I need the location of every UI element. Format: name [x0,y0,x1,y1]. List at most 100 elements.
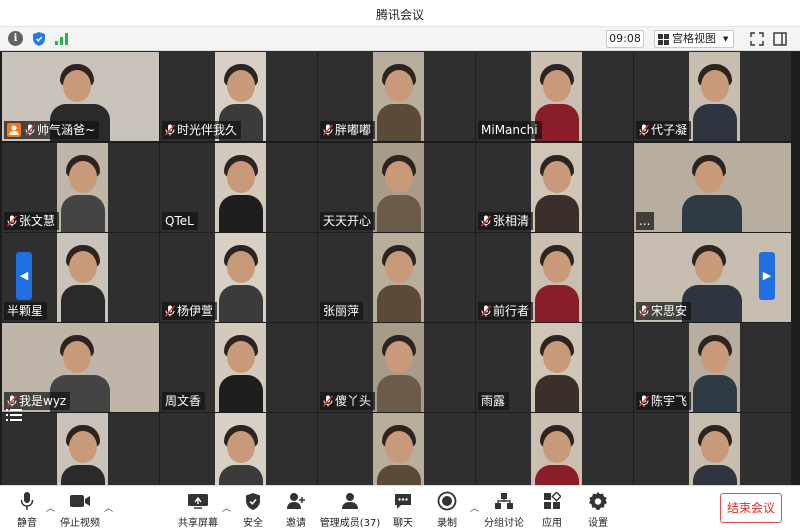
manage-members-label: 管理成员(37) [319,518,381,529]
microphone-icon [20,490,34,512]
chat-button[interactable]: 聊天 [392,490,414,530]
top-toolbar: i 09:08 宫格视图 ▼ [0,27,800,51]
settings-button[interactable]: 设置 [587,490,609,530]
participant-name-text: 张丽萍 [323,304,360,318]
participant-video [689,413,740,485]
participant-name: 代子凝 [636,121,692,139]
mic-muted-icon [25,124,35,136]
mic-muted-icon [639,305,649,317]
participant-video [373,323,424,412]
participant-name: 前行者 [478,302,534,320]
participant-name-text: 陈宇飞 [651,394,688,408]
participant-tile[interactable]: 张丽萍 [318,233,475,322]
side-panel-icon[interactable] [771,30,788,47]
next-page-button[interactable]: ▶ [759,252,775,300]
video-grid: 帅气涵爸~ 时光伴我久 胖嘟嘟 MiManchi 代子凝张文慧 QTeL 天天开心 张相清..… [0,52,800,485]
participant-name-text: 前行者 [493,304,530,318]
participant-name: 帅气涵爸~ [4,121,100,139]
end-meeting-button[interactable]: 结束会议 [720,493,782,523]
participant-video [373,413,424,485]
participant-tile[interactable]: 代子凝 [634,52,791,141]
list-icon[interactable] [6,407,22,421]
mic-muted-icon [165,305,175,317]
participant-tile[interactable]: 张相清 [476,143,633,232]
participant-name: 傻丫头 [320,392,376,410]
participant-tile[interactable]: 傻丫头 [318,323,475,412]
breakout-button[interactable]: 分组讨论 [484,490,524,530]
window-title: 腾讯会议 [375,8,424,22]
participant-name: 张相清 [478,212,534,230]
mic-muted-icon [639,124,649,136]
info-icon[interactable]: i [7,30,24,47]
record-options-caret[interactable]: ︿ [470,501,479,514]
participant-tile[interactable]: 前行者 [476,233,633,322]
participant-video [373,143,424,232]
participant-tile[interactable]: 雨露 [476,323,633,412]
participant-tile[interactable] [634,413,791,485]
participant-video [215,323,266,412]
participant-tile[interactable]: 张文慧 [2,143,159,232]
shield-icon[interactable] [30,30,47,47]
title-bar: 腾讯会议 [0,0,800,27]
invite-button[interactable]: 邀请 [285,490,307,530]
participant-name: 天天开心 [320,212,376,230]
breakout-label: 分组讨论 [484,518,524,529]
fullscreen-icon[interactable] [748,30,765,47]
participant-name-text: QTeL [165,214,194,228]
participant-tile[interactable]: 时光伴我久 [160,52,317,141]
participant-tile[interactable]: MiManchi [476,52,633,141]
record-icon [437,490,457,512]
participant-video [215,413,266,485]
participant-name-text: 天天开心 [323,214,372,228]
participant-name-text: 宋思安 [651,304,688,318]
participant-video [531,143,582,232]
security-button[interactable]: 安全 [242,490,264,530]
participant-tile[interactable]: 胖嘟嘟 [318,52,475,141]
participant-name-text: 半颗星 [7,304,44,318]
grid-view-icon [658,33,669,45]
participant-tile[interactable] [476,413,633,485]
participant-name: 胖嘟嘟 [320,121,376,139]
participant-tile[interactable]: ... [634,143,791,232]
participant-tile[interactable]: 周文香 [160,323,317,412]
share-screen-icon [187,490,209,512]
share-screen-label: 共享屏幕 [178,518,218,529]
participant-tile[interactable]: 杨伊萱 [160,233,317,322]
participant-tile[interactable]: 天天开心 [318,143,475,232]
signal-icon[interactable] [53,30,70,47]
stop-video-button[interactable]: 停止视频 [60,490,100,530]
mic-muted-icon [481,215,491,227]
participant-tile[interactable]: QTeL [160,143,317,232]
share-options-caret[interactable]: ︿ [222,501,231,514]
participant-name: 雨露 [478,392,510,410]
participant-tile[interactable]: 我是wyz [2,323,159,412]
manage-members-button[interactable]: 管理成员(37) [319,490,381,530]
record-button[interactable]: 录制 [436,490,458,530]
mic-muted-icon [7,215,17,227]
participant-tile[interactable]: 陈宇飞 [634,323,791,412]
video-options-caret[interactable]: ︿ [104,501,113,514]
participant-tile[interactable] [160,413,317,485]
mic-muted-icon [165,124,175,136]
participant-tile[interactable] [2,413,159,485]
mute-options-caret[interactable]: ︿ [46,501,55,514]
mute-button[interactable]: 静音 [14,490,40,530]
participant-tile[interactable]: 帅气涵爸~ [2,52,159,141]
bottom-toolbar: 静音 ︿ 停止视频 ︿ 共享屏幕 ︿ 安全 邀请 管理成员(37) 聊天 录制 … [0,485,800,532]
share-screen-button[interactable]: 共享屏幕 [178,490,218,530]
participant-video [215,143,266,232]
participant-name-text: ... [639,214,651,228]
participant-name: 周文香 [162,392,206,410]
participant-video [634,143,791,232]
chat-icon [393,490,413,512]
prev-page-button[interactable]: ◀ [16,252,32,300]
apps-button[interactable]: 应用 [541,490,563,530]
host-badge-icon [7,123,21,137]
meeting-window: 腾讯会议 i 09:08 宫格视图 ▼ 帅气涵爸~ 时光伴我久 胖嘟嘟 MiManch… [0,0,800,532]
mic-muted-icon [639,395,649,407]
view-mode-button[interactable]: 宫格视图 ▼ [654,30,734,48]
participant-name: 宋思安 [636,302,692,320]
participant-video [373,233,424,322]
participant-name: MiManchi [478,121,542,139]
participant-tile[interactable] [318,413,475,485]
